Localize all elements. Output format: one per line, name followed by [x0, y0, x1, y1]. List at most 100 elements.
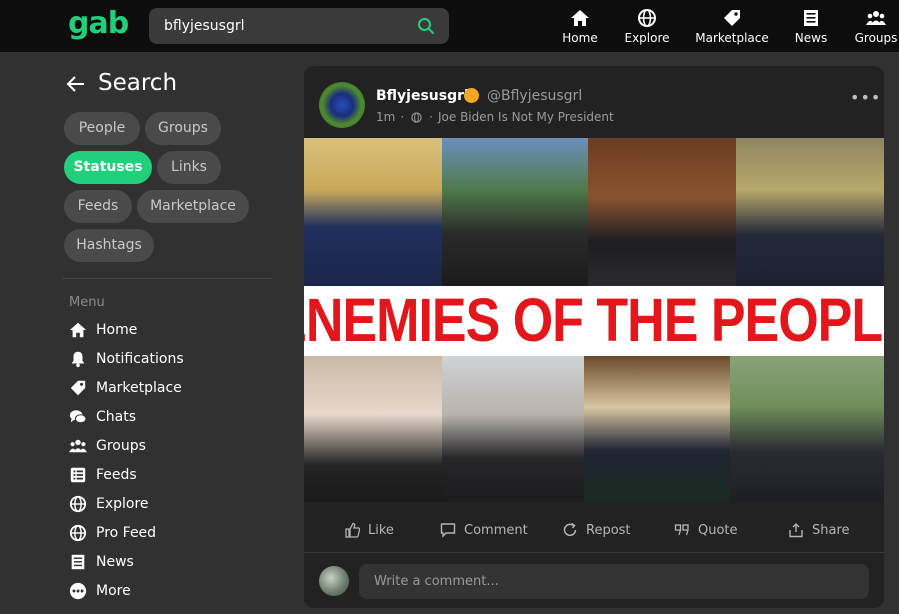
nav-marketplace[interactable]: Marketplace	[695, 0, 769, 52]
nav-groups-label: Groups	[854, 31, 898, 45]
author-avatar[interactable]	[319, 82, 365, 128]
filter-marketplace[interactable]: Marketplace	[137, 190, 249, 223]
post-actions: Like Comment Repost Quote Share	[304, 512, 884, 552]
author-handle[interactable]: @Bflyjesusgrl	[487, 88, 582, 104]
globe-icon	[69, 524, 87, 542]
list-icon	[70, 467, 86, 483]
like-label: Like	[368, 522, 394, 538]
verified-badge-icon	[464, 88, 479, 103]
author-name[interactable]: Bflyjesusgrl	[376, 88, 469, 104]
current-user-avatar	[319, 566, 349, 596]
share-button[interactable]: Share	[788, 522, 850, 538]
menu-item-label: Feeds	[96, 467, 137, 483]
menu-item-label: Notifications	[96, 351, 184, 367]
filter-links[interactable]: Links	[157, 151, 221, 184]
image-banner-text: ENEMIES OF THE PEOPLE	[304, 286, 884, 356]
menu-item-label: Groups	[96, 438, 146, 454]
repost-label: Repost	[586, 522, 631, 538]
nav-explore[interactable]: Explore	[624, 0, 670, 52]
menu-item-label: Chats	[96, 409, 137, 425]
top-bar: gab Home Explore Marketplace News Groups	[0, 0, 899, 52]
menu-item-label: Pro Feed	[96, 525, 157, 541]
post-options-icon[interactable]: •••	[850, 88, 881, 107]
nav-home[interactable]: Home	[562, 0, 598, 52]
back-arrow-icon[interactable]	[66, 74, 86, 94]
page-title: Search	[98, 70, 178, 96]
search-box[interactable]	[149, 8, 449, 44]
filter-feeds[interactable]: Feeds	[64, 190, 132, 223]
quote-label: Quote	[698, 522, 738, 538]
menu-item-explore[interactable]: Explore	[69, 493, 149, 515]
menu-item-chats[interactable]: Chats	[69, 406, 136, 428]
photo-tile	[730, 356, 884, 502]
filter-statuses[interactable]: Statuses	[64, 151, 152, 184]
like-button[interactable]: Like	[344, 522, 394, 538]
menu-item-feeds[interactable]: Feeds	[69, 464, 137, 486]
quote-button[interactable]: Quote	[674, 522, 738, 538]
photo-tile	[736, 138, 884, 286]
comment-label: Comment	[464, 522, 528, 538]
filter-hashtags[interactable]: Hashtags	[64, 229, 154, 262]
menu-item-news[interactable]: News	[69, 551, 134, 573]
nav-explore-label: Explore	[624, 31, 670, 45]
comment-icon	[440, 523, 456, 538]
menu-item-pro-feed[interactable]: Pro Feed	[69, 522, 156, 544]
nav-news-label: News	[794, 31, 828, 45]
meta-separator: ·	[400, 110, 405, 124]
more-icon	[69, 582, 87, 600]
photo-tile	[442, 356, 584, 502]
image-banner: ENEMIES OF THE PEOPLE	[304, 286, 884, 356]
card-divider	[304, 552, 884, 553]
post-card: Bflyjesusgrl @Bflyjesusgrl 1m · · Joe Bi…	[304, 66, 884, 608]
menu-item-label: News	[96, 554, 134, 570]
menu-item-groups[interactable]: Groups	[69, 435, 146, 457]
post-time[interactable]: 1m	[376, 110, 395, 124]
bell-icon	[71, 351, 85, 368]
comment-button[interactable]: Comment	[440, 522, 528, 538]
menu-item-label: Marketplace	[96, 380, 182, 396]
search-icon[interactable]	[417, 17, 435, 35]
photo-tile	[588, 138, 736, 286]
search-input[interactable]	[149, 8, 409, 44]
sidebar-divider	[62, 278, 273, 279]
home-icon	[69, 322, 87, 338]
nav-news[interactable]: News	[793, 0, 829, 52]
repost-button[interactable]: Repost	[562, 522, 631, 538]
menu-item-more[interactable]: More	[69, 580, 131, 602]
filter-people[interactable]: People	[64, 112, 140, 145]
menu-item-label: Home	[96, 322, 138, 338]
quote-icon	[674, 524, 689, 536]
thumbs-up-icon	[345, 522, 360, 538]
menu-item-marketplace[interactable]: Marketplace	[69, 377, 182, 399]
photo-tile	[304, 356, 442, 502]
globe-icon	[638, 9, 656, 27]
photo-tile	[584, 356, 730, 502]
menu-item-notifications[interactable]: Notifications	[69, 348, 184, 370]
group-icon	[866, 11, 886, 25]
nav-marketplace-label: Marketplace	[695, 31, 769, 45]
nav-groups[interactable]: Groups	[854, 0, 898, 52]
post-image[interactable]: ENEMIES OF THE PEOPLE	[304, 138, 884, 502]
chat-icon	[69, 410, 87, 424]
globe-icon	[69, 495, 87, 513]
menu-heading: Menu	[69, 295, 105, 310]
nav-home-label: Home	[562, 31, 598, 45]
globe-icon	[411, 111, 422, 123]
tag-icon	[70, 380, 86, 396]
newspaper-icon	[804, 10, 818, 26]
group-icon	[69, 439, 87, 453]
meta-separator: ·	[429, 110, 433, 124]
photo-tile	[442, 138, 588, 286]
repost-icon	[563, 522, 577, 537]
menu-item-label: Explore	[96, 496, 149, 512]
comment-input[interactable]	[359, 564, 869, 599]
gab-logo[interactable]: gab	[68, 6, 129, 41]
menu-item-home[interactable]: Home	[69, 319, 137, 341]
share-label: Share	[812, 522, 850, 538]
home-icon	[571, 10, 589, 26]
post-meta: 1m · · Joe Biden Is Not My President	[376, 110, 614, 124]
menu-item-label: More	[96, 583, 131, 599]
post-group-link[interactable]: Joe Biden Is Not My President	[438, 110, 614, 124]
tag-icon	[724, 10, 740, 26]
filter-groups[interactable]: Groups	[145, 112, 221, 145]
